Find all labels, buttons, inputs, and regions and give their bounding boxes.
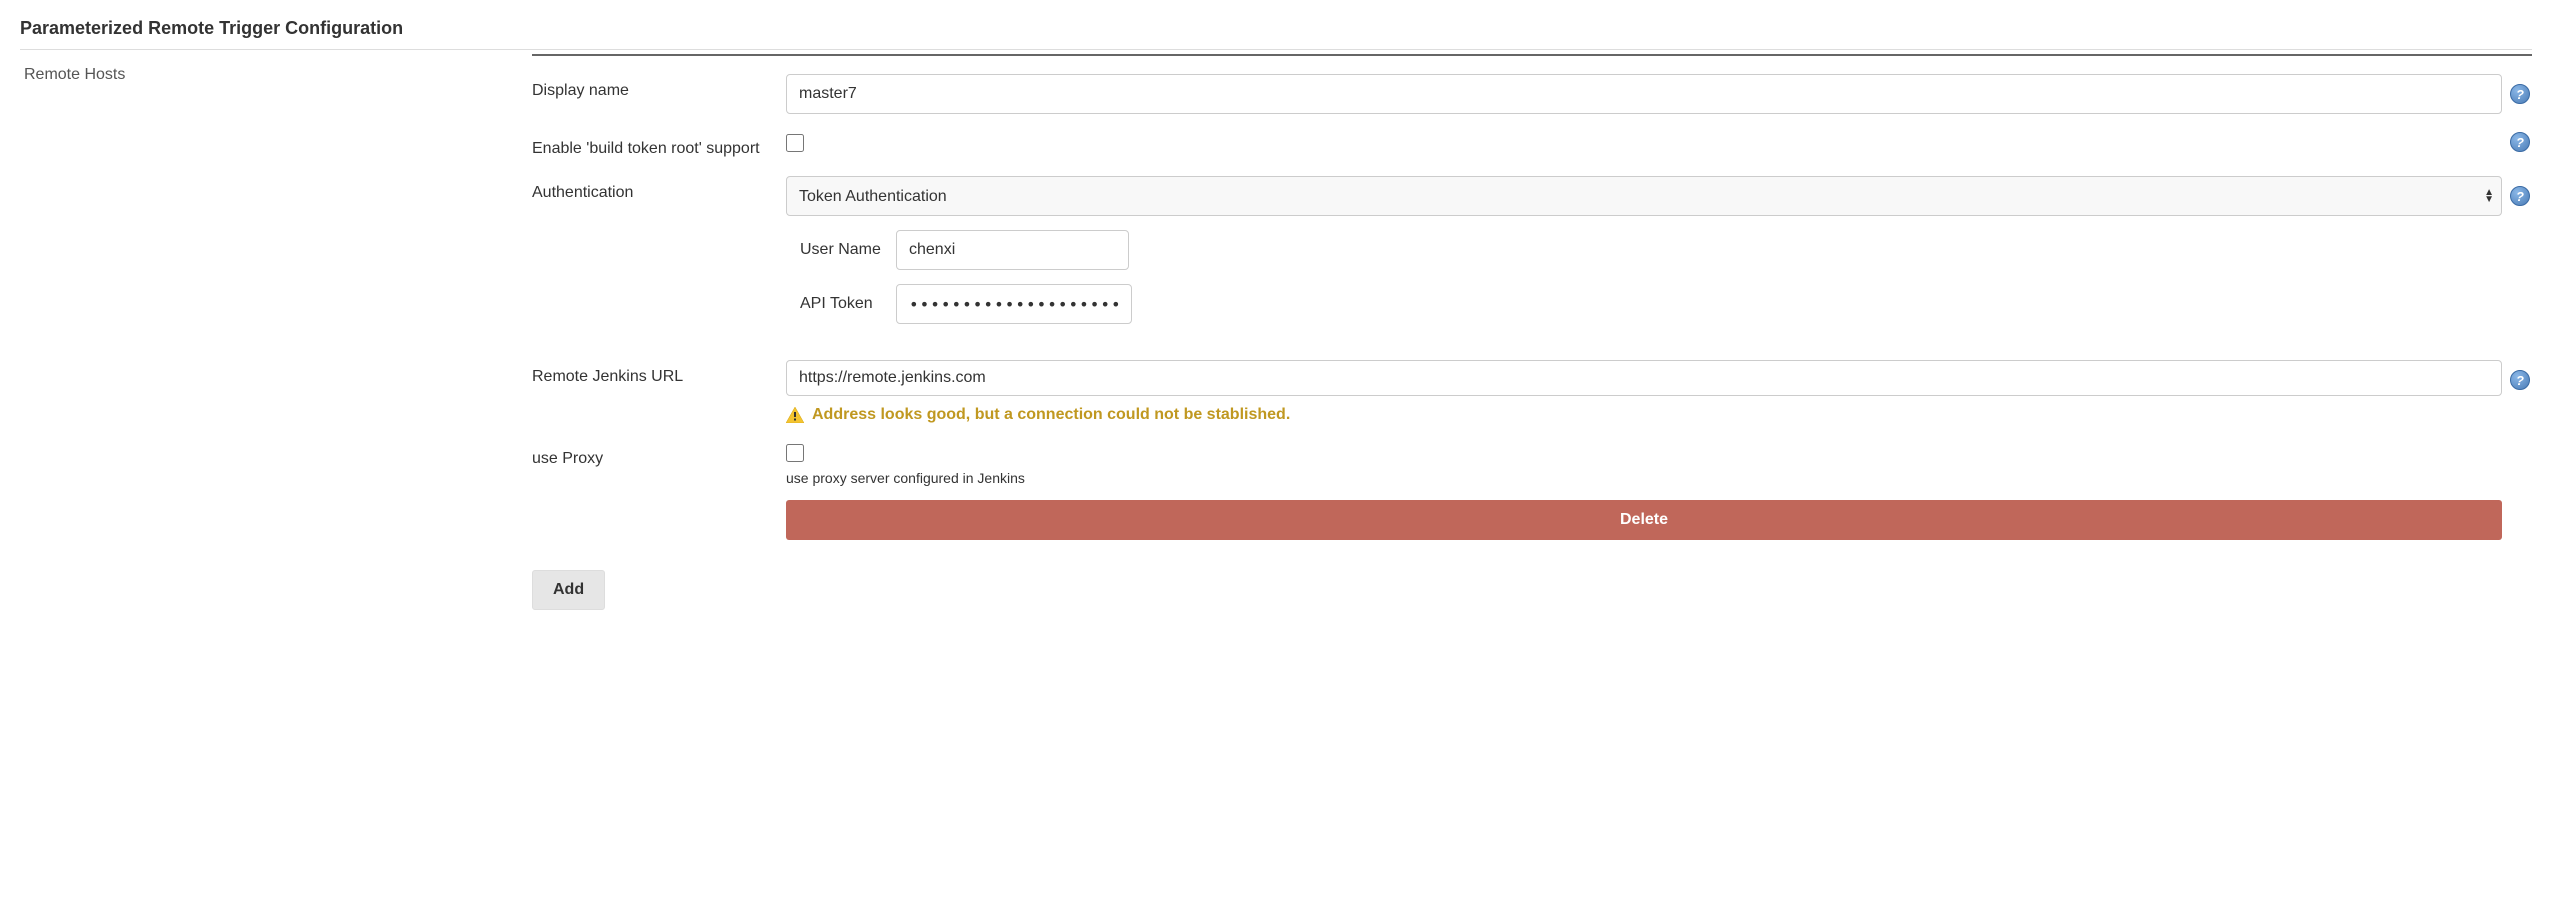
validation-text: Address looks good, but a connection cou…: [812, 406, 1290, 424]
left-column: Remote Hosts: [20, 54, 532, 610]
api-token-label: API Token: [800, 295, 896, 313]
help-icon[interactable]: ?: [2510, 186, 2530, 206]
warning-icon: [786, 407, 804, 423]
build-token-root-label: Enable 'build token root' support: [532, 132, 786, 158]
row-display-name: Display name ?: [532, 74, 2530, 114]
auth-nested-block: User Name API Token: [786, 230, 2530, 342]
row-remote-url: Remote Jenkins URL Address looks good, b…: [532, 360, 2530, 424]
use-proxy-checkbox[interactable]: [786, 444, 804, 462]
help-icon[interactable]: ?: [2510, 84, 2530, 104]
remote-hosts-label: Remote Hosts: [20, 54, 532, 84]
row-authentication: Authentication Token Authentication ▲▼ ?: [532, 176, 2530, 216]
api-token-input[interactable]: [896, 284, 1132, 324]
authentication-select[interactable]: Token Authentication: [786, 176, 2502, 216]
display-name-input[interactable]: [786, 74, 2502, 114]
row-api-token: API Token: [800, 284, 2530, 324]
remote-url-label: Remote Jenkins URL: [532, 360, 786, 386]
user-name-input[interactable]: [896, 230, 1129, 270]
help-icon[interactable]: ?: [2510, 132, 2530, 152]
user-name-label: User Name: [800, 241, 896, 259]
help-icon[interactable]: ?: [2510, 370, 2530, 390]
remote-url-input[interactable]: [786, 360, 2502, 396]
authentication-label: Authentication: [532, 176, 786, 202]
use-proxy-hint: use proxy server configured in Jenkins: [786, 470, 2502, 486]
row-use-proxy: use Proxy use proxy server configured in…: [532, 442, 2530, 540]
section-title: Parameterized Remote Trigger Configurati…: [20, 12, 2532, 50]
add-button[interactable]: Add: [532, 570, 605, 610]
right-column: Display name ? Enable 'build token root'…: [532, 54, 2532, 610]
delete-button[interactable]: Delete: [786, 500, 2502, 540]
row-build-token-root: Enable 'build token root' support ?: [532, 132, 2530, 158]
use-proxy-label: use Proxy: [532, 442, 786, 468]
form-area: Remote Hosts Display name ? Enable 'buil…: [20, 54, 2532, 610]
remote-url-validation: Address looks good, but a connection cou…: [786, 406, 2502, 424]
display-name-label: Display name: [532, 74, 786, 100]
row-user-name: User Name: [800, 230, 2530, 270]
build-token-root-checkbox[interactable]: [786, 134, 804, 152]
